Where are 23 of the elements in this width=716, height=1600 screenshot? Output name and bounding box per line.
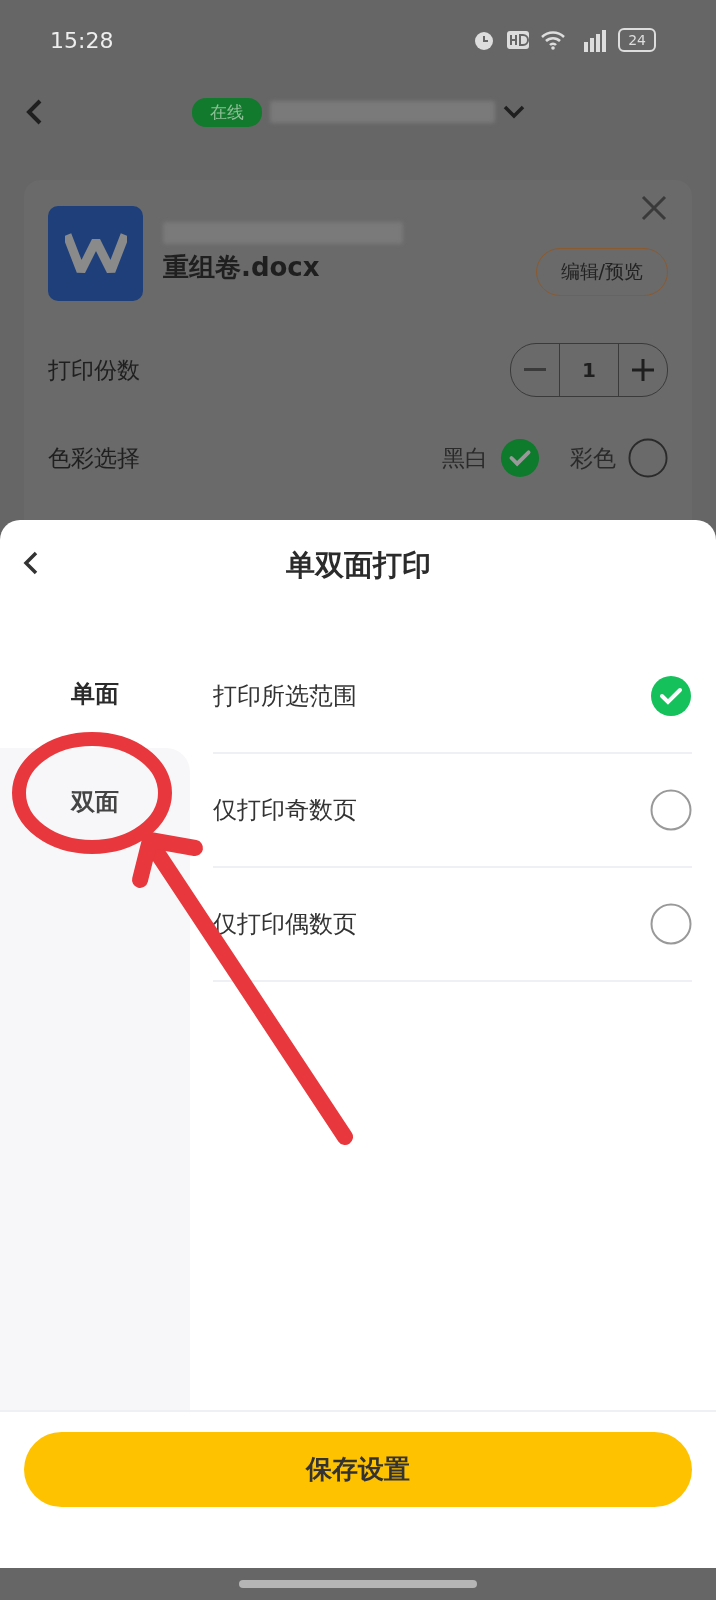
page-range-option[interactable]: 仅打印奇数页 (213, 794, 357, 826)
save-settings-button[interactable]: 保存设置 (24, 1432, 692, 1507)
color-option-label: 彩色 (570, 443, 616, 473)
copies-value: 1 (559, 344, 619, 396)
copies-label: 打印份数 (48, 355, 140, 385)
file-name: 重组卷.docx (163, 250, 321, 284)
check-circle-icon[interactable] (500, 438, 540, 478)
radio-circle-icon[interactable] (650, 903, 692, 945)
sheet-title: 单双面打印 (285, 547, 431, 584)
radio-circle-icon[interactable] (628, 438, 668, 478)
wifi-icon (540, 30, 567, 50)
close-icon[interactable] (640, 194, 668, 222)
color-mode-label: 色彩选择 (48, 443, 140, 473)
chevron-down-icon[interactable] (502, 105, 525, 119)
online-badge: 在线 (191, 97, 262, 127)
color-option-label: 黑白 (442, 443, 488, 473)
status-time: 15:28 (50, 27, 114, 53)
battery-level: 24 (618, 28, 656, 52)
radio-circle-icon[interactable] (650, 789, 692, 831)
word-file-icon (48, 205, 143, 301)
hd-icon (506, 30, 531, 50)
page-range-option[interactable]: 打印所选范围 (213, 680, 357, 712)
check-circle-icon[interactable] (650, 675, 692, 717)
